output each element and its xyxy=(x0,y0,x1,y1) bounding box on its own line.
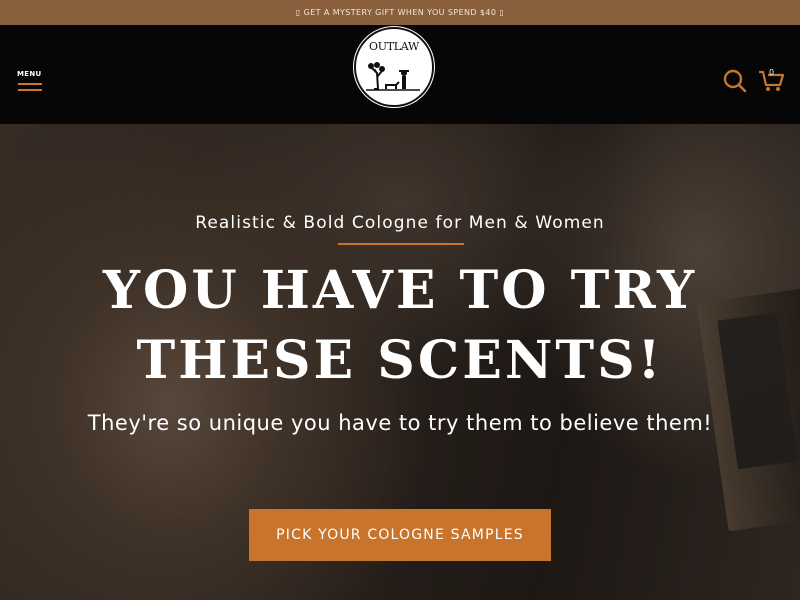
eyebrow-divider xyxy=(338,243,464,245)
menu-button[interactable]: MENU xyxy=(17,70,45,94)
outlaw-logo[interactable]: OUTLAW xyxy=(354,27,434,107)
promo-bar: ▯ GET A MYSTERY GIFT WHEN YOU SPEND $40 … xyxy=(0,0,800,25)
search-icon xyxy=(723,69,747,93)
promo-text: GET A MYSTERY GIFT WHEN YOU SPEND $40 xyxy=(303,8,497,17)
logo-emblem-icon xyxy=(366,62,420,91)
hero-headline: YOU HAVE TO TRY THESE SCENTS! xyxy=(0,256,800,396)
gift-icon-right: ▯ xyxy=(499,8,505,17)
headline-line-2: THESE SCENTS! xyxy=(136,330,664,391)
cart-button[interactable]: 0 xyxy=(757,66,785,94)
search-button[interactable] xyxy=(722,68,748,94)
cart-count-badge: 0 xyxy=(769,68,775,77)
gift-icon: ▯ xyxy=(295,8,301,17)
headline-line-1: YOU HAVE TO TRY xyxy=(102,260,698,321)
hero-eyebrow: Realistic & Bold Cologne for Men & Women xyxy=(195,213,605,233)
hero-subtext: They're so unique you have to try them t… xyxy=(87,411,713,435)
pick-samples-button[interactable]: PICK YOUR COLOGNE SAMPLES xyxy=(249,509,551,561)
site-header: MENU OUTLAW 0 xyxy=(0,25,800,124)
hero-banner: Realistic & Bold Cologne for Men & Women… xyxy=(0,124,800,600)
menu-label: MENU xyxy=(17,70,42,78)
